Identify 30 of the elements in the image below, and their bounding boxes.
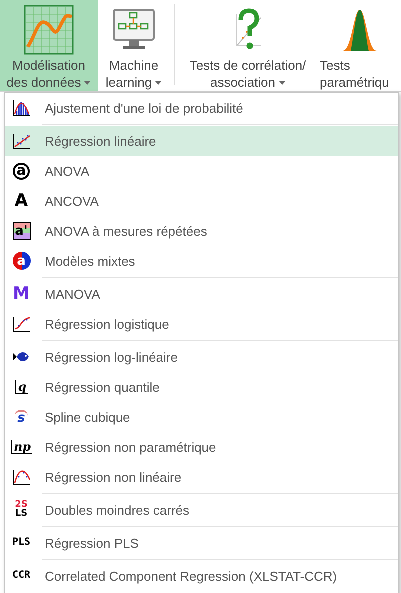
bell-curve-icon — [342, 8, 378, 52]
menu-item[interactable]: Régression log-linéaire — [5, 342, 398, 372]
letter-icon: M — [13, 286, 30, 302]
curve-chart-icon — [24, 4, 74, 54]
menu-item[interactable]: Régression linéaire — [5, 126, 398, 156]
letter-icon: CCR — [12, 571, 31, 581]
menu-item[interactable]: a' ANOVA à mesures répétées — [5, 216, 398, 246]
arc-chart-icon — [12, 468, 30, 486]
menu-item[interactable]: CCR Correlated Component Regression (XLSTAT-CCR) — [5, 561, 398, 591]
menu-item[interactable]: np Régression non paramétrique — [5, 432, 398, 462]
histogram-icon — [12, 99, 30, 117]
monitor-icon — [112, 8, 156, 52]
menu-item[interactable]: Régression logistique — [5, 309, 398, 339]
letter-icon: 2S LS — [15, 501, 28, 519]
menu-item[interactable]: a ANOVA — [5, 156, 398, 186]
menu-item[interactable]: Régression non linéaire — [5, 462, 398, 492]
menu-item[interactable]: 2S LS Doubles moindres carrés — [5, 495, 398, 525]
menu-item[interactable]: PLS Régression PLS — [5, 528, 398, 558]
menu-item[interactable]: Ajustement d'une loi de probabilité — [5, 93, 398, 123]
ribbon-button[interactable]: Modélisation des données — [0, 0, 98, 91]
menu-item[interactable]: M MANOVA — [5, 279, 398, 309]
letter-icon: a — [13, 162, 30, 180]
letter-icon: A — [14, 192, 28, 210]
menu-item[interactable]: s Spline cubique — [5, 402, 398, 432]
scatter-plot-icon — [12, 132, 30, 150]
letter-icon: a' — [12, 222, 30, 240]
menu-item[interactable]: A ANCOVA — [5, 186, 398, 216]
s-curve-chart-icon — [12, 315, 30, 333]
letter-icon: PLS — [12, 538, 31, 548]
menu-item[interactable]: q Régression quantile — [5, 372, 398, 402]
